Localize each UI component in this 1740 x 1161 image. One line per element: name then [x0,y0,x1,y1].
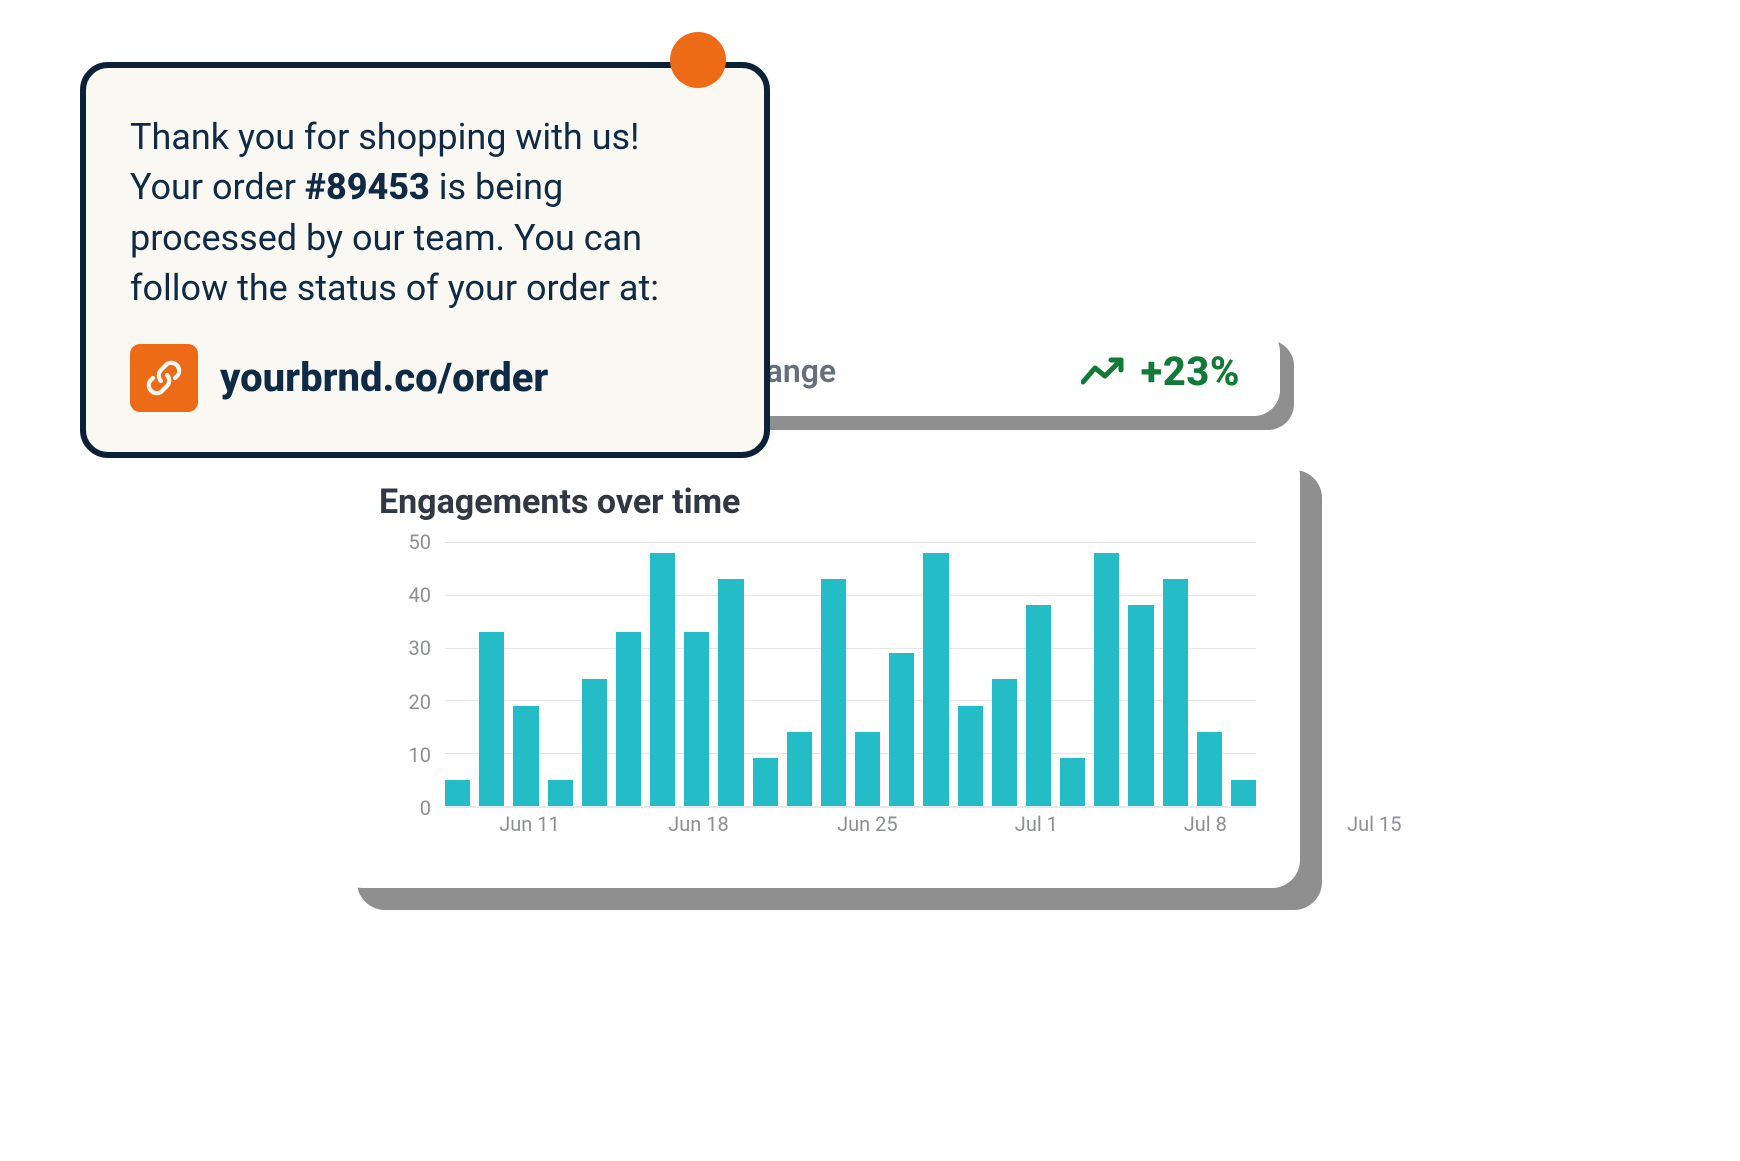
chart-bar [582,679,607,806]
chart-bar [1197,732,1222,806]
chart-bar [992,679,1017,806]
y-tick-label: 30 [409,636,431,660]
order-link-text[interactable]: yourbrnd.co/order [220,354,548,401]
chart-bar [1128,605,1153,806]
chart-bar [1163,579,1188,806]
chart-title: Engagements over time [379,482,1256,522]
chart-bar [753,758,778,806]
link-icon [130,344,198,412]
order-confirmation-text: Thank you for shopping with us! Your ord… [130,112,720,314]
y-tick-label: 0 [420,796,431,820]
trend-up-icon [1081,356,1125,386]
chart-bar [1060,758,1085,806]
x-tick-label: Jul 1 [1015,812,1058,836]
order-link-row[interactable]: yourbrnd.co/order [130,344,720,412]
x-tick-label: Jul 8 [1184,812,1227,836]
x-tick-label: Jun 25 [837,812,898,836]
chart-bar [787,732,812,806]
chart-bar [479,632,504,806]
x-tick-label: Jul 15 [1347,812,1401,836]
chart-bar [889,653,914,806]
accent-dot-icon [670,32,726,88]
chart-plot [445,542,1256,808]
chart-bars [445,542,1256,806]
chart-bar [855,732,880,806]
x-tick-label: Jun 11 [499,812,560,836]
chart-bar [1094,553,1119,806]
chart-bar [1231,780,1256,806]
x-tick-label: Jun 18 [668,812,729,836]
chart-bar [958,706,983,806]
weekly-change-value: +23% [1141,348,1240,395]
engagements-chart-card: Engagements over time 0 10 20 30 40 50 Jun 11… [335,448,1300,888]
chart-bar [548,780,573,806]
order-confirmation-card: Thank you for shopping with us! Your ord… [80,62,770,458]
y-tick-label: 50 [409,530,431,554]
chart-bar [445,780,470,806]
chart-bar [616,632,641,806]
y-tick-label: 10 [409,743,431,767]
y-tick-label: 20 [409,690,431,714]
chart-bar [513,706,538,806]
chart-bar [923,553,948,806]
chart-bar [718,579,743,806]
chart-bar [684,632,709,806]
y-tick-label: 40 [409,583,431,607]
chart-bar [821,579,846,806]
chart-area: 01020304050 Jun 11Jun 18Jun 25Jul 1Jul 8… [379,542,1256,842]
order-number: #89453 [305,166,430,208]
chart-bar [650,553,675,806]
chart-bar [1026,605,1051,806]
